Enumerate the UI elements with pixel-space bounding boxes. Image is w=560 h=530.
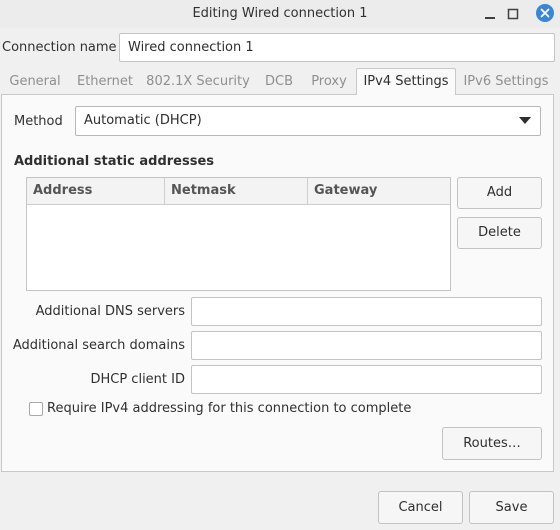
minimize-icon bbox=[485, 17, 495, 19]
require-ipv4-label[interactable]: Require IPv4 addressing for this connect… bbox=[47, 400, 411, 418]
table-header-divider bbox=[27, 204, 450, 205]
triangle-down-icon bbox=[519, 117, 531, 124]
close-icon bbox=[540, 8, 550, 18]
search-domains-label: Additional search domains bbox=[12, 338, 185, 353]
tab-ethernet[interactable]: Ethernet bbox=[72, 69, 138, 95]
maximize-icon bbox=[507, 8, 519, 20]
method-select[interactable]: Automatic (DHCP) bbox=[75, 106, 541, 136]
connection-name-input[interactable]: Wired connection 1 bbox=[119, 33, 555, 62]
minimize-button[interactable] bbox=[481, 5, 499, 23]
tab-dcb[interactable]: DCB bbox=[259, 69, 299, 95]
tab-8021x-security[interactable]: 802.1X Security bbox=[146, 69, 250, 95]
dns-servers-label: Additional DNS servers bbox=[35, 304, 185, 319]
column-header-netmask[interactable]: Netmask bbox=[165, 178, 308, 204]
tab-ipv4-settings[interactable]: IPv4 Settings bbox=[356, 68, 456, 95]
maximize-button[interactable] bbox=[504, 5, 522, 23]
connection-name-label: Connection name bbox=[2, 40, 117, 55]
add-address-button[interactable]: Add bbox=[457, 177, 542, 209]
dhcp-client-id-label: DHCP client ID bbox=[90, 372, 185, 387]
static-addresses-heading: Additional static addresses bbox=[14, 154, 215, 169]
close-button[interactable] bbox=[536, 4, 554, 22]
column-header-gateway[interactable]: Gateway bbox=[308, 178, 450, 204]
column-header-address[interactable]: Address bbox=[27, 178, 165, 204]
method-label: Method bbox=[14, 114, 63, 129]
delete-address-button[interactable]: Delete bbox=[457, 217, 542, 249]
tab-proxy[interactable]: Proxy bbox=[306, 69, 352, 95]
window-title: Editing Wired connection 1 bbox=[192, 6, 368, 21]
tab-general[interactable]: General bbox=[4, 69, 66, 95]
tab-ipv6-settings[interactable]: IPv6 Settings bbox=[461, 69, 551, 95]
dns-servers-input[interactable] bbox=[191, 297, 542, 326]
dhcp-client-id-input[interactable] bbox=[191, 365, 542, 394]
save-button[interactable]: Save bbox=[469, 491, 554, 524]
routes-button[interactable]: Routes… bbox=[442, 427, 542, 460]
method-value: Automatic (DHCP) bbox=[84, 113, 202, 128]
search-domains-input[interactable] bbox=[191, 331, 542, 360]
cancel-button[interactable]: Cancel bbox=[378, 491, 463, 524]
require-ipv4-checkbox[interactable] bbox=[29, 402, 43, 416]
